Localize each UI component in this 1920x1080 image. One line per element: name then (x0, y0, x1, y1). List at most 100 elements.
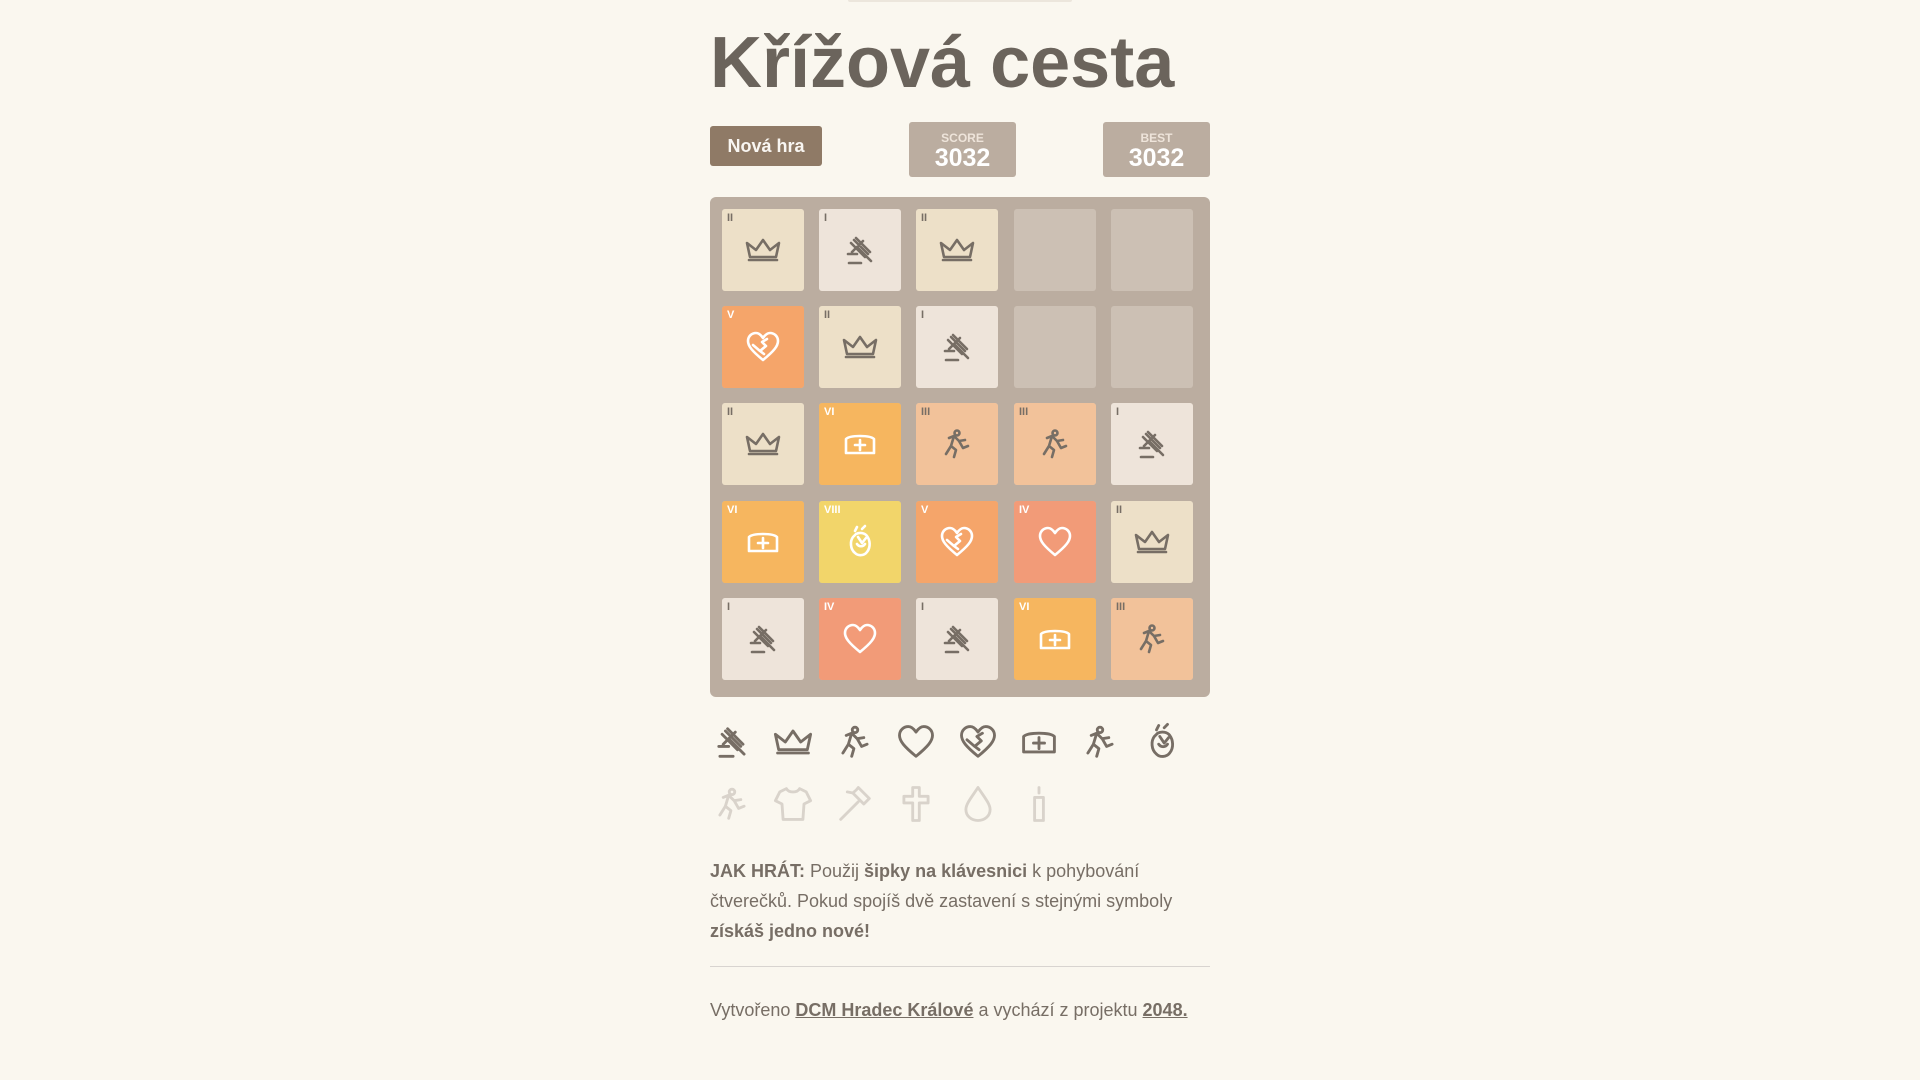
tile-level-label: II (1116, 504, 1123, 516)
tile: I (916, 306, 998, 388)
broken-heart-icon (743, 327, 783, 367)
candle-icon (1017, 782, 1061, 826)
score-label: SCORE (941, 131, 984, 145)
gavel-icon (937, 327, 977, 367)
shirt-icon (771, 782, 815, 826)
how-to-label: JAK HRÁT: (710, 861, 806, 881)
falling-person-icon (710, 782, 754, 826)
falling-person-icon (1078, 720, 1122, 764)
gavel-icon (1132, 424, 1172, 464)
tile: VIII (819, 501, 901, 583)
gavel-icon (743, 619, 783, 659)
nurse-cap-icon-svg (1022, 731, 1056, 754)
nurse-cap-icon-svg (1039, 629, 1071, 650)
tile: I (1111, 403, 1193, 485)
rose-icon (1140, 720, 1184, 764)
tile-level-label: III (1116, 601, 1126, 613)
tile-level-label: VI (1019, 601, 1030, 613)
nurse-cap-icon (1017, 720, 1061, 764)
grid-cell (1014, 209, 1096, 291)
nurse-cap-icon (840, 424, 880, 464)
crown-icon-svg (773, 729, 813, 755)
new-game-button[interactable]: Nová hra (710, 126, 822, 166)
tile: VI (819, 403, 901, 485)
game-board[interactable]: II I II V II I II VI III III I VI VIII V IV II I IV I VI III (710, 197, 1210, 697)
shirt-icon-svg (773, 787, 813, 821)
grid-cell (1111, 209, 1193, 291)
tile-level-label: II (727, 212, 734, 224)
falling-person-icon-svg (1086, 725, 1114, 758)
crown-icon (1132, 522, 1172, 562)
gavel-icon (710, 720, 754, 764)
falling-person-icon-svg (1139, 624, 1165, 654)
footer-text-1: Vytvořeno (710, 1000, 796, 1020)
tile: IV (1014, 501, 1096, 583)
gavel-icon-svg (846, 236, 873, 265)
how-to-text-1: Použij (805, 861, 865, 881)
crown-icon-svg (939, 238, 975, 262)
tile: II (722, 209, 804, 291)
tile: VI (1014, 598, 1096, 680)
heart-icon (1035, 522, 1075, 562)
nurse-cap-icon-svg (844, 434, 876, 455)
project-2048-link[interactable]: 2048. (1143, 1000, 1188, 1020)
tile: VI (722, 501, 804, 583)
score-value: 3032 (934, 144, 991, 172)
dcm-link[interactable]: DCM Hradec Králové (795, 1000, 973, 1020)
hammer-icon-svg (839, 786, 871, 821)
gavel-icon-svg (943, 625, 970, 654)
how-to-bold-1: šipky na klávesnici (864, 861, 1028, 881)
broken-heart-icon (956, 720, 1000, 764)
page-title: Křížová cesta (710, 23, 1175, 103)
top-tab (848, 0, 1072, 2)
how-to-play: JAK HRÁT: Použij šipky na klávesnici k p… (710, 856, 1220, 946)
falling-person-icon (833, 720, 877, 764)
heart-icon-svg (1038, 526, 1072, 557)
tile: V (916, 501, 998, 583)
cross-icon (894, 782, 938, 826)
tile-level-label: IV (1019, 504, 1030, 516)
tile: II (819, 306, 901, 388)
gavel-icon-svg (717, 727, 746, 758)
best-box: BEST 3032 (1103, 122, 1210, 177)
tile: III (1014, 403, 1096, 485)
tile: II (1111, 501, 1193, 583)
nurse-cap-icon (743, 522, 783, 562)
drop-icon-svg (964, 786, 992, 822)
rose-icon (840, 522, 880, 562)
hammer-icon (833, 782, 877, 826)
tile-level-label: III (921, 406, 931, 418)
tile-level-label: V (727, 309, 735, 321)
falling-person-icon-svg (1042, 429, 1068, 459)
heart-icon-svg (843, 623, 877, 654)
tile-level-label: I (824, 212, 828, 224)
cross-icon-svg (902, 786, 930, 822)
crown-icon (937, 230, 977, 270)
tile: I (722, 598, 804, 680)
crown-icon-svg (745, 238, 781, 262)
nurse-cap-icon (1035, 619, 1075, 659)
tile-level-label: II (824, 309, 831, 321)
broken-heart-icon (937, 522, 977, 562)
nurse-cap-icon-svg (747, 532, 779, 553)
tile-level-label: I (921, 309, 925, 321)
gavel-icon (840, 230, 880, 270)
grid-cell (1014, 306, 1096, 388)
rose-icon-svg (849, 524, 871, 557)
heart-icon (894, 720, 938, 764)
broken-heart-icon-svg (960, 725, 996, 758)
crown-icon (840, 327, 880, 367)
how-to-bold-2: získáš jedno nové! (710, 921, 871, 941)
heart-icon-svg (898, 725, 934, 758)
tile-level-label: V (921, 504, 929, 516)
tile: V (722, 306, 804, 388)
tile-level-label: IV (824, 601, 835, 613)
crown-icon-svg (745, 432, 781, 456)
tile: I (916, 598, 998, 680)
crown-icon-svg (842, 335, 878, 359)
tile-level-label: VIII (824, 504, 841, 516)
falling-person-icon (1132, 619, 1172, 659)
rose-icon-svg (1150, 722, 1175, 758)
divider (710, 966, 1210, 967)
candle-icon-svg (1033, 786, 1045, 822)
